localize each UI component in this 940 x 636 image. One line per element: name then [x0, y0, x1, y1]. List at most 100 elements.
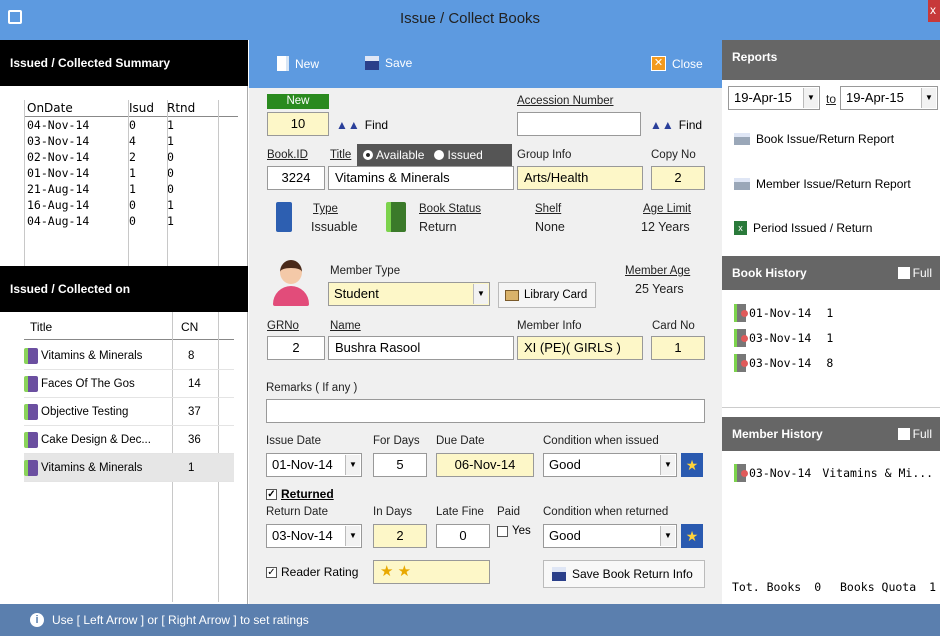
paid-checkbox[interactable]: Yes [497, 525, 531, 537]
reports-header: Reports [722, 40, 940, 80]
rating-stars-field[interactable]: ★ ★ [373, 560, 490, 584]
table-row[interactable]: 04-Nov-14 0 1 [24, 117, 238, 134]
book-issue-report-button[interactable]: Book Issue/Return Report [734, 132, 894, 146]
radio-available[interactable]: Available [363, 148, 424, 162]
table-row[interactable]: 21-Aug-14 1 0 [24, 181, 238, 197]
returned-checkbox[interactable]: ✓ Returned [266, 487, 334, 501]
member-type-label: Member Type [330, 265, 401, 277]
tot-books: Tot. Books 0 [732, 580, 821, 594]
list-item[interactable]: Cake Design & Dec... 36 [24, 426, 234, 454]
id-card-icon [505, 289, 519, 301]
condition-returned-select[interactable]: Good ▼ [543, 524, 677, 548]
checkbox-unchecked-icon [497, 525, 508, 537]
issue-number-field[interactable]: 10 [267, 112, 329, 136]
period-report-button[interactable]: x Period Issued / Return [734, 221, 872, 235]
grno-field[interactable]: 2 [267, 336, 325, 360]
add-condition-star-button[interactable]: ★ [681, 453, 703, 477]
table-cell: 2 [129, 150, 136, 164]
table-row[interactable]: 03-Nov-14 4 1 [24, 133, 238, 149]
member-history-full-toggle[interactable]: Full [897, 417, 932, 451]
radio-issued[interactable]: Issued [434, 148, 483, 162]
member-info-label: Member Info [517, 320, 582, 332]
copy-field[interactable]: 2 [651, 166, 705, 190]
in-days-field[interactable]: 2 [373, 524, 427, 548]
condition-issued-select[interactable]: Good ▼ [543, 453, 677, 477]
chevron-down-icon: ▼ [921, 88, 936, 108]
title-bar: Issue / Collect Books x [0, 0, 940, 40]
book-icon [24, 347, 38, 364]
list-item[interactable]: 03-Nov-14 Vitamins & Mi... [734, 460, 940, 486]
remarks-input[interactable] [266, 399, 705, 423]
table-cell: 0 [167, 166, 174, 180]
card-no-label: Card No [652, 320, 695, 332]
late-fine-field[interactable]: 0 [436, 524, 490, 548]
add-condition-star-button[interactable]: ★ [681, 524, 703, 548]
col-ondate[interactable]: OnDate [24, 100, 126, 117]
table-row[interactable]: 16-Aug-14 0 1 [24, 197, 238, 213]
member-type-select[interactable]: Student ▼ [328, 282, 490, 306]
issue-date-value: 01-Nov-14 [272, 457, 333, 472]
list-item[interactable]: Objective Testing 37 [24, 398, 234, 426]
grno-label: GRNo [267, 320, 299, 332]
left-pane: Issued / Collected Summary OnDate Isud R… [0, 40, 248, 604]
save-return-button[interactable]: Save Book Return Info [543, 560, 705, 588]
issue-date-picker[interactable]: 01-Nov-14 ▼ [266, 453, 362, 477]
collected-grid: Title CN Vitamins & Minerals 8 Faces Of Th… [0, 312, 248, 602]
shelf-label: Shelf [535, 203, 562, 215]
list-item[interactable]: Faces Of The Gos 14 [24, 370, 234, 398]
for-days-field[interactable]: 5 [373, 453, 427, 477]
col-title[interactable]: Title [30, 320, 52, 334]
copy-number: 8 [188, 349, 195, 362]
issue-date-label: Issue Date [266, 435, 321, 447]
window-title: Issue / Collect Books [399, 10, 541, 27]
close-label: Close [672, 56, 703, 71]
col-rtnd[interactable]: Rtnd [164, 100, 238, 117]
title-field[interactable]: Vitamins & Minerals [328, 166, 514, 190]
window-close-button[interactable]: x [928, 0, 940, 22]
table-cell: 1 [167, 214, 174, 228]
find-accession-button[interactable]: ▲▲ Find [650, 118, 702, 132]
book-icon [24, 403, 38, 420]
book-history-full-toggle[interactable]: Full [897, 256, 932, 290]
list-item[interactable]: Vitamins & Minerals 1 [24, 454, 234, 482]
col-cn[interactable]: CN [181, 320, 198, 334]
find-label: Find [364, 118, 389, 132]
table-row[interactable]: 01-Nov-14 1 0 [24, 165, 238, 181]
reader-rating-checkbox[interactable]: ✓ Reader Rating [266, 565, 358, 579]
status-bar: i Use [ Left Arrow ] or [ Right Arrow ] … [0, 604, 940, 636]
due-date-field[interactable]: 06-Nov-14 [436, 453, 534, 477]
table-row[interactable]: 04-Aug-14 0 1 [24, 213, 238, 229]
save-button[interactable]: Save [365, 56, 412, 70]
member-issue-report-button[interactable]: Member Issue/Return Report [734, 177, 911, 191]
type-label: Type [313, 203, 338, 215]
report-date-to[interactable]: 19-Apr-15 ▼ [840, 86, 938, 110]
new-doc-icon [277, 56, 289, 71]
copy-number: 1 [188, 461, 195, 474]
right-pane: Reports 19-Apr-15 ▼ to 19-Apr-15 ▼ Book … [722, 40, 940, 604]
new-button[interactable]: New [277, 56, 319, 71]
report-date-from[interactable]: 19-Apr-15 ▼ [728, 86, 820, 110]
condition-returned-value: Good [549, 528, 581, 543]
list-item[interactable]: Vitamins & Minerals 8 [24, 342, 234, 370]
excel-icon: x [734, 221, 747, 235]
accession-input[interactable] [517, 112, 641, 136]
book-title: Cake Design & Dec... [41, 433, 151, 446]
name-field[interactable]: Bushra Rasool [328, 336, 514, 360]
printer-icon [734, 133, 750, 145]
quota-value: 1 [929, 580, 937, 594]
close-button[interactable]: ✕ Close [651, 56, 703, 71]
col-isud[interactable]: Isud [126, 100, 164, 117]
bookid-field[interactable]: 3224 [267, 166, 325, 190]
group-label: Group Info [517, 149, 572, 161]
card-no-field[interactable]: 1 [651, 336, 705, 360]
library-card-button[interactable]: Library Card [498, 282, 596, 308]
bookid-label: Book.ID [267, 149, 308, 161]
member-info-field[interactable]: XI (PE)( GIRLS ) [517, 336, 643, 360]
return-date-picker[interactable]: 03-Nov-14 ▼ [266, 524, 362, 548]
chevron-down-icon: ▼ [660, 526, 675, 546]
find-issue-button[interactable]: ▲▲ Find [336, 118, 388, 132]
group-field[interactable]: Arts/Health [517, 166, 643, 190]
table-row[interactable]: 02-Nov-14 2 0 [24, 149, 238, 165]
book-history-header: Book History Full [722, 256, 940, 290]
table-cell: 1 [129, 166, 136, 180]
